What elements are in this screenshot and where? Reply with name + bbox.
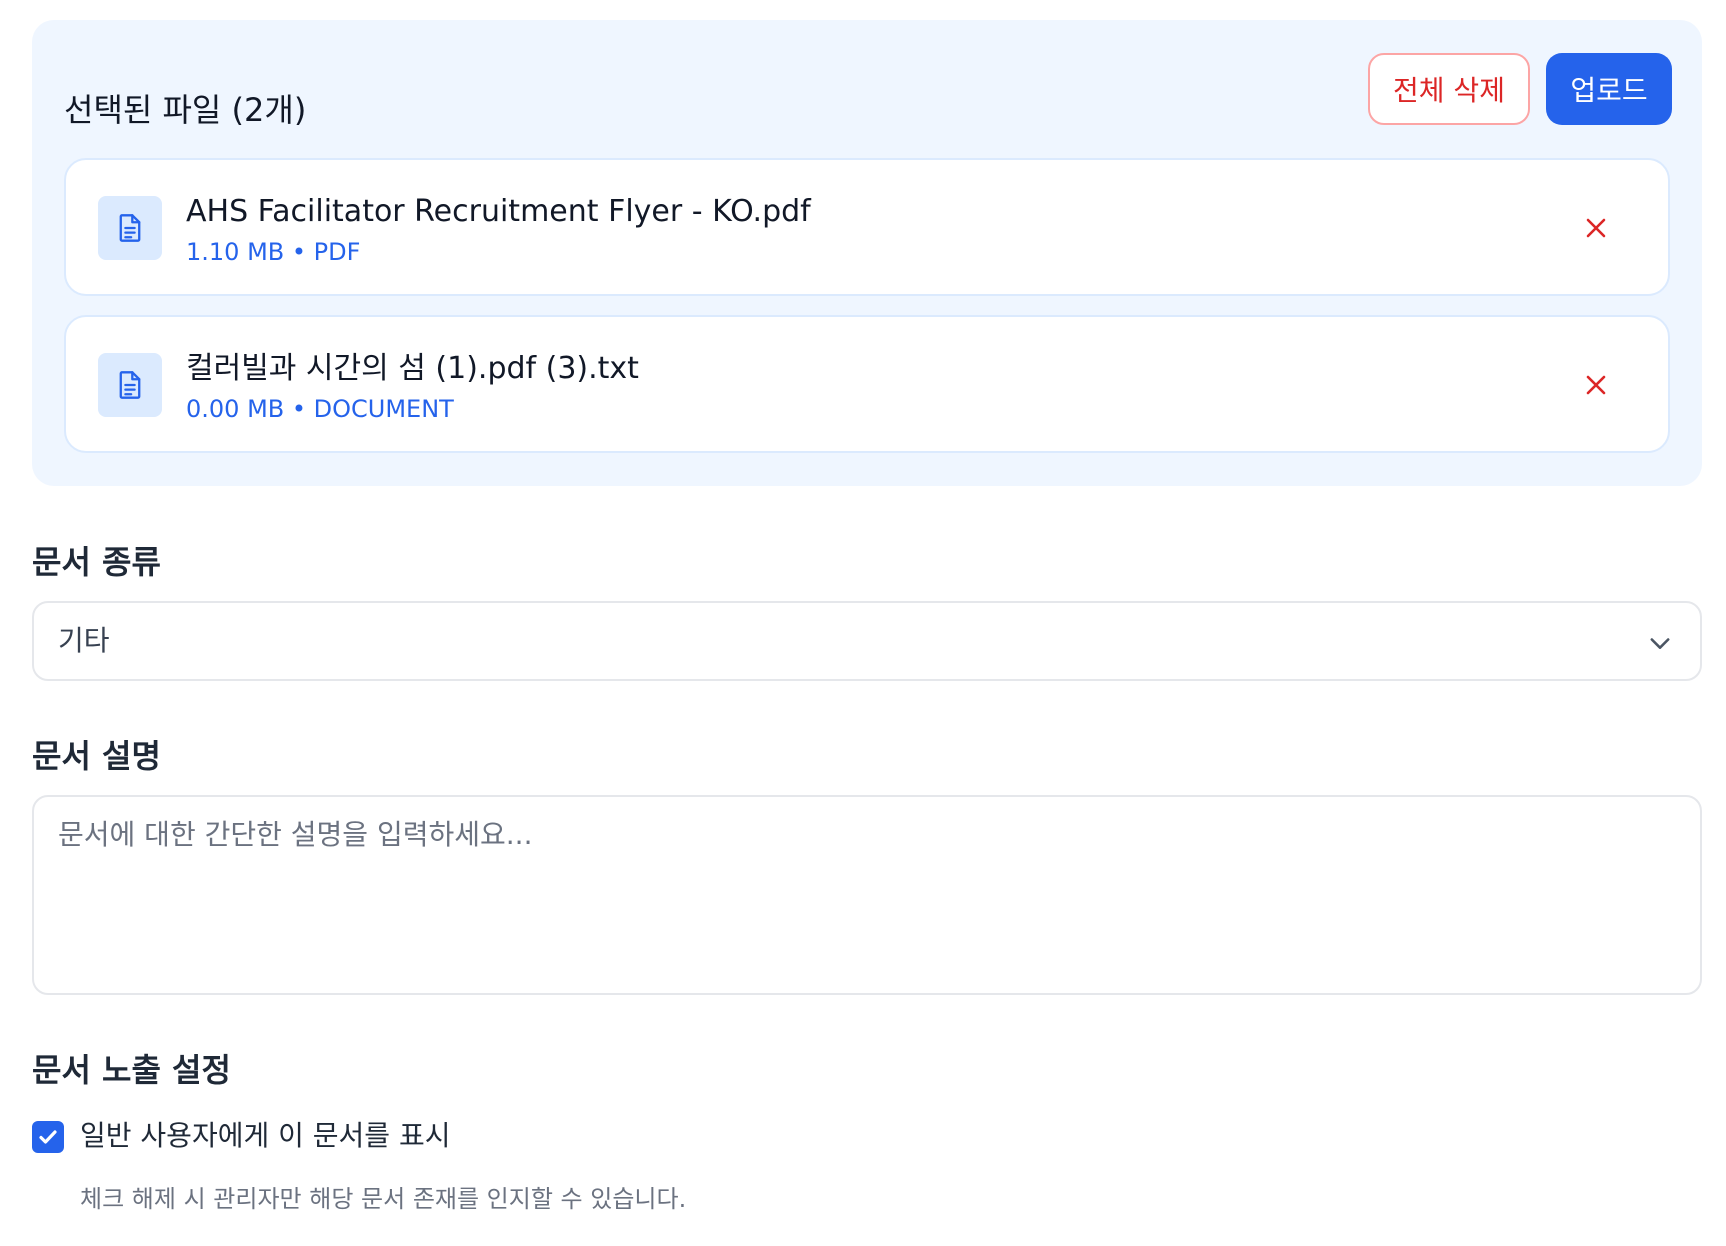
clear-all-button[interactable]: 전체 삭제 <box>1368 53 1530 125</box>
file-meta: 1.10 MB • PDF <box>186 238 361 266</box>
selected-files-panel: 선택된 파일 (2개) 전체 삭제 업로드 AHS Facilitator Re… <box>32 20 1702 486</box>
file-list-item: 컬러빌과 시간의 섬 (1).pdf (3).txt 0.00 MB • DOC… <box>64 315 1670 453</box>
document-type-select[interactable]: 기타 <box>32 601 1702 681</box>
visibility-help-text: 체크 해제 시 관리자만 해당 문서 존재를 인지할 수 있습니다. <box>80 1185 687 1213</box>
document-type-label: 문서 종류 <box>32 543 161 581</box>
check-icon <box>39 1130 57 1144</box>
file-meta: 0.00 MB • DOCUMENT <box>186 395 454 423</box>
file-list-item: AHS Facilitator Recruitment Flyer - KO.p… <box>64 158 1670 296</box>
visibility-label: 문서 노출 설정 <box>32 1051 231 1089</box>
visibility-checkbox[interactable] <box>32 1121 64 1153</box>
file-name: 컬러빌과 시간의 섬 (1).pdf (3).txt <box>186 351 639 386</box>
chevron-down-icon <box>1650 638 1670 649</box>
document-icon <box>98 196 162 260</box>
upload-form: 선택된 파일 (2개) 전체 삭제 업로드 AHS Facilitator Re… <box>0 0 1726 1246</box>
document-description-label: 문서 설명 <box>32 737 161 775</box>
visibility-checkbox-label[interactable]: 일반 사용자에게 이 문서를 표시 <box>80 1115 450 1157</box>
close-icon[interactable] <box>1572 361 1620 409</box>
document-description-input[interactable] <box>34 797 1700 993</box>
panel-title: 선택된 파일 (2개) <box>64 91 307 129</box>
upload-button[interactable]: 업로드 <box>1546 53 1672 125</box>
document-description-field <box>32 795 1702 995</box>
close-icon[interactable] <box>1572 204 1620 252</box>
document-type-value: 기타 <box>58 624 110 657</box>
file-name: AHS Facilitator Recruitment Flyer - KO.p… <box>186 194 811 229</box>
document-icon <box>98 353 162 417</box>
